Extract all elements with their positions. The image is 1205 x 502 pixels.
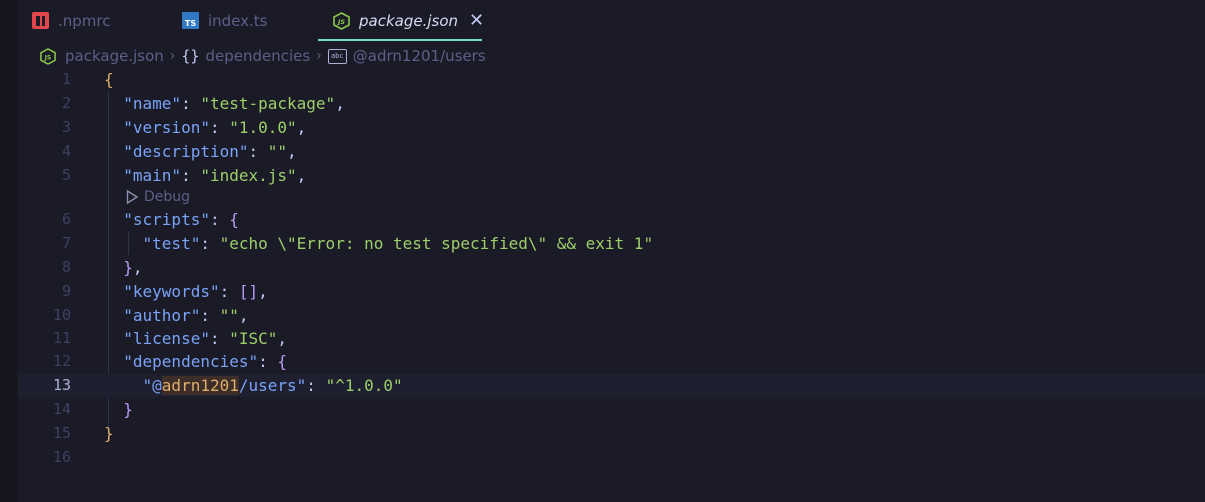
tab-label: package.json [359,11,459,30]
line-number: 15 [52,424,71,442]
json-key: "version" [123,118,210,137]
nodejs-icon: JS [333,11,350,30]
code-line: 10 "author": "", [18,304,1205,327]
line-number: 4 [61,142,71,160]
chevron-right-icon: › [169,48,176,64]
code-line-current: 13 "@adrn1201/users": "^1.0.0" [18,374,1205,397]
json-string: "^1.0.0" [325,376,403,395]
selection-highlight: adrn1201 [161,376,239,395]
code-line: 8 }, [18,256,1205,279]
code-line: 16 [18,446,1205,469]
json-key: "main" [123,166,182,185]
svg-text:TS: TS [185,19,196,28]
breadcrumb-file[interactable]: package.json [65,47,164,65]
json-string: "echo \"Error: no test specified\" && ex… [219,234,654,253]
json-string: "test-package" [200,94,336,113]
line-number: 7 [61,234,71,252]
close-icon[interactable]: ✕ [469,10,484,31]
nodejs-icon: JS [40,47,56,65]
tab-label: index.ts [208,11,268,30]
npm-icon [32,12,49,29]
chevron-right-icon: › [316,48,322,64]
code-line: 12 "dependencies": { [18,350,1205,373]
svg-text:JS: JS [44,54,52,61]
code-line: 5 "main": "index.js", [18,164,1205,187]
activity-strip [0,0,18,502]
tab-index-ts[interactable]: TS index.ts [182,0,268,41]
line-number: 14 [52,400,71,418]
line-number: 16 [52,448,71,466]
json-string: "" [267,142,288,161]
tab-label: .npmrc [58,11,111,30]
line-number: 9 [61,282,71,300]
json-string: "index.js" [200,166,297,185]
object-icon: {} [181,47,200,65]
debug-codelens[interactable]: Debug [126,186,190,208]
code-line: 2 "name": "test-package", [18,92,1205,115]
line-number: 6 [61,210,71,228]
line-number: 11 [52,329,71,347]
json-key: "scripts" [123,210,210,229]
line-number: 2 [61,94,71,112]
debug-label: Debug [144,189,191,205]
json-string: "1.0.0" [229,118,297,137]
line-number: 8 [61,258,71,276]
code-line: 15} [18,422,1205,445]
code-line: 11 "license": "ISC", [18,327,1205,350]
code-line: 14 } [18,398,1205,421]
line-number: 1 [61,70,71,88]
code-line: 9 "keywords": [], [18,280,1205,303]
json-string: "" [219,306,239,325]
code-line: 7 "test": "echo \"Error: no test specifi… [18,232,1205,255]
json-key: "name" [123,94,182,113]
tab-bar: .npmrc TS index.ts JS package.json ✕ [18,0,1205,41]
code-line: 3 "version": "1.0.0", [18,116,1205,139]
line-number: 5 [61,166,71,184]
string-key-icon: abc [327,48,347,64]
breadcrumb: JS package.json › {} dependencies › abc … [18,41,1205,71]
json-key: "author" [123,306,201,325]
tab-package-json[interactable]: JS package.json ✕ [318,0,484,41]
code-line: 4 "description": "", [18,140,1205,163]
json-key: "license" [123,329,210,348]
breadcrumb-key[interactable]: @adrn1201/users [353,47,486,65]
json-key: "test" [142,234,201,253]
line-number: 10 [52,306,71,324]
json-key: "keywords" [123,282,220,301]
code-line: 6 "scripts": { [18,208,1205,231]
code-line: 1{ [18,68,1205,91]
code-editor[interactable]: 1{ 2 "name": "test-package", 3 "version"… [18,68,1205,502]
json-key-suffix: /users" [238,376,307,395]
json-string: "ISC" [229,329,278,348]
line-number: 13 [52,376,71,394]
line-number: 3 [61,118,71,136]
line-number: 12 [52,352,71,370]
svg-text:JS: JS [336,18,345,26]
json-key: "description" [123,142,249,161]
play-icon [126,190,138,204]
json-key: "dependencies" [123,352,259,371]
json-key-prefix: "@ [142,376,162,395]
breadcrumb-object[interactable]: dependencies [205,47,310,65]
tab-npmrc[interactable]: .npmrc [32,0,111,41]
typescript-icon: TS [182,12,199,29]
